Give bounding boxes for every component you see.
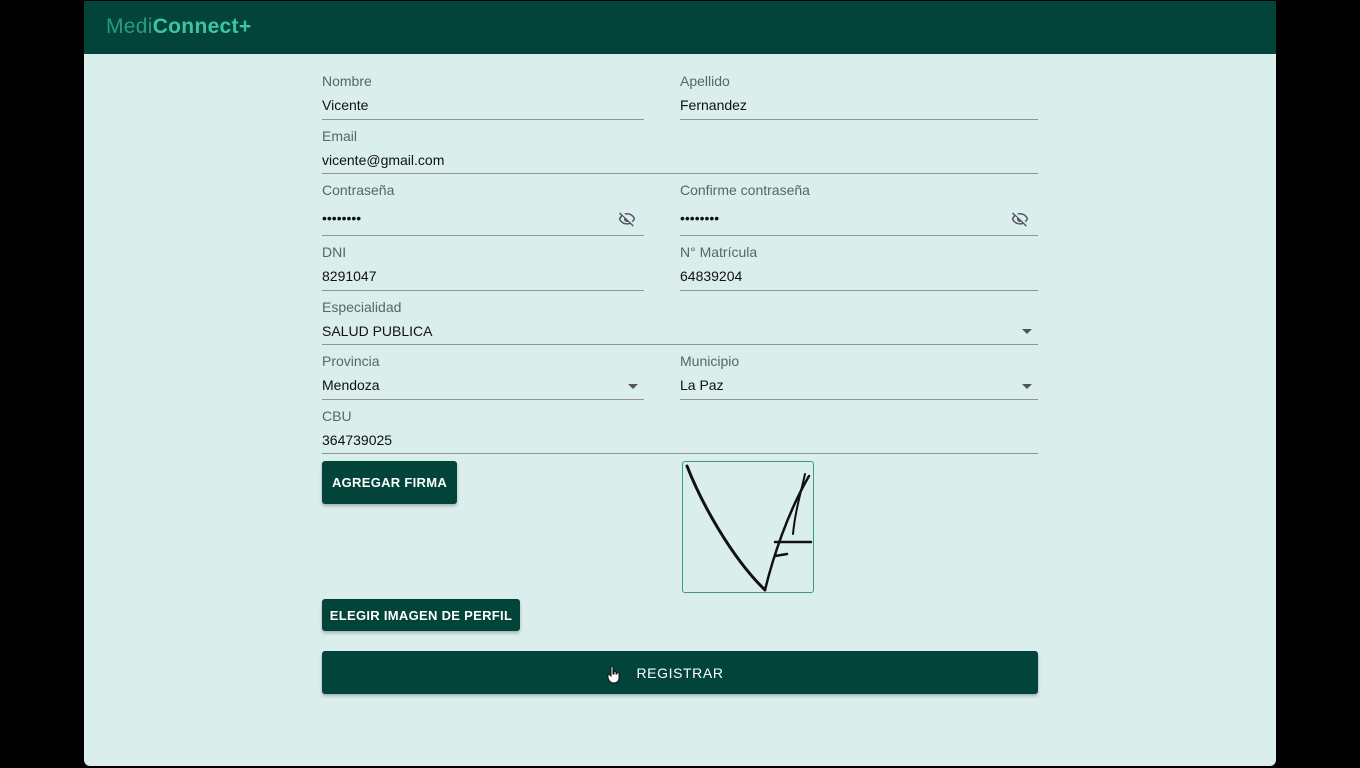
chevron-down-icon[interactable] — [628, 384, 638, 389]
password-value[interactable]: •••••••• — [322, 210, 361, 226]
municipio-value[interactable]: La Paz — [680, 377, 724, 393]
apellido-value[interactable]: Fernandez — [680, 97, 747, 113]
email-underline — [322, 173, 1038, 174]
cbu-underline — [322, 453, 1038, 454]
confirm-password-underline — [680, 235, 1038, 236]
nombre-value[interactable]: Vicente — [322, 97, 368, 113]
provincia-select[interactable]: Provincia Mendoza — [322, 353, 644, 400]
brand-logo[interactable]: MediConnect+ — [106, 14, 251, 40]
provincia-underline — [322, 399, 644, 400]
cbu-field[interactable]: CBU 364739025 — [322, 408, 1038, 455]
municipio-label: Municipio — [680, 353, 740, 369]
chevron-down-icon[interactable] — [1022, 384, 1032, 389]
especialidad-label: Especialidad — [322, 299, 402, 315]
especialidad-select[interactable]: Especialidad SALUD PUBLICA — [322, 299, 1038, 346]
signature-image — [685, 464, 813, 592]
especialidad-value[interactable]: SALUD PUBLICA — [322, 323, 432, 339]
password-field[interactable]: Contraseña •••••••• — [322, 182, 644, 236]
confirm-password-field[interactable]: Confirme contraseña •••••••• — [680, 182, 1038, 236]
provincia-value[interactable]: Mendoza — [322, 377, 380, 393]
municipio-select[interactable]: Municipio La Paz — [680, 353, 1038, 400]
elegir-imagen-perfil-button[interactable]: ELEGIR IMAGEN DE PERFIL — [322, 599, 520, 631]
signature-preview — [682, 461, 814, 593]
eye-off-icon[interactable] — [1009, 210, 1031, 228]
matricula-underline — [680, 290, 1038, 291]
nombre-field[interactable]: Nombre Vicente — [322, 73, 644, 120]
provincia-label: Provincia — [322, 353, 380, 369]
agregar-firma-button[interactable]: AGREGAR FIRMA — [322, 461, 457, 504]
chevron-down-icon[interactable] — [1022, 329, 1032, 334]
dni-value[interactable]: 8291047 — [322, 268, 377, 284]
brand-part-connect: Connect+ — [152, 15, 252, 38]
confirm-password-value[interactable]: •••••••• — [680, 210, 719, 226]
cbu-label: CBU — [322, 408, 352, 424]
password-label: Contraseña — [322, 182, 395, 198]
pointer-cursor-icon — [607, 666, 620, 684]
dni-field[interactable]: DNI 8291047 — [322, 244, 644, 291]
app-window: MediConnect+ Nombre Vicente Apellido Fer… — [84, 1, 1276, 766]
matricula-field[interactable]: N° Matrícula 64839204 — [680, 244, 1038, 291]
dni-underline — [322, 290, 644, 291]
brand-part-medi: Medi — [106, 15, 153, 38]
password-underline — [322, 235, 644, 236]
email-label: Email — [322, 128, 358, 144]
municipio-underline — [680, 399, 1038, 400]
nombre-underline — [322, 119, 644, 120]
email-field[interactable]: Email vicente@gmail.com — [322, 128, 1038, 175]
app-bar: MediConnect+ — [84, 1, 1276, 54]
dni-label: DNI — [322, 244, 347, 260]
email-value[interactable]: vicente@gmail.com — [322, 152, 444, 168]
apellido-field[interactable]: Apellido Fernandez — [680, 73, 1038, 120]
matricula-value[interactable]: 64839204 — [680, 268, 742, 284]
confirm-password-label: Confirme contraseña — [680, 182, 810, 198]
cbu-value[interactable]: 364739025 — [322, 432, 392, 448]
registrar-button[interactable]: REGISTRAR — [322, 651, 1038, 694]
nombre-label: Nombre — [322, 73, 372, 89]
especialidad-underline — [322, 344, 1038, 345]
apellido-underline — [680, 119, 1038, 120]
matricula-label: N° Matrícula — [680, 244, 758, 260]
apellido-label: Apellido — [680, 73, 730, 89]
eye-off-icon[interactable] — [616, 210, 638, 228]
